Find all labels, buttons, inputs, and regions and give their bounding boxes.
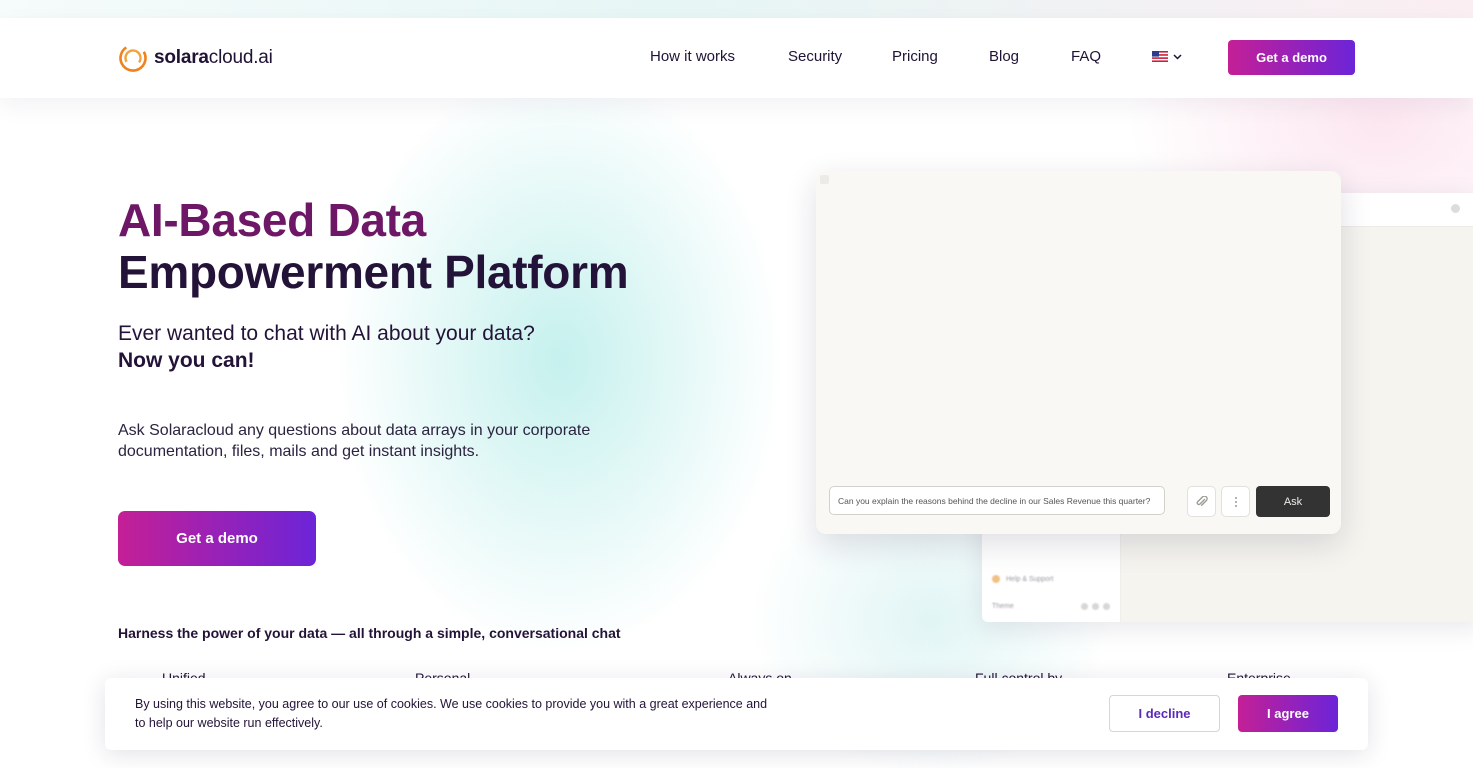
- mockup-sidebar-footer: Theme: [992, 603, 1110, 610]
- top-gradient-band: [0, 0, 1473, 18]
- hero-description: Ask Solaracloud any questions about data…: [118, 422, 591, 460]
- hero-title: AI-Based Data Empowerment Platform: [118, 194, 629, 298]
- sun-logo-icon: [119, 44, 147, 72]
- more-options-button[interactable]: [1221, 486, 1250, 517]
- attach-button[interactable]: [1187, 486, 1216, 517]
- help-icon: [992, 575, 1000, 583]
- mockup-sidebar-item: Help & Support: [992, 575, 1053, 583]
- theme-dot-icon: [1092, 603, 1099, 610]
- kebab-menu-icon: [1234, 496, 1237, 507]
- hero-subtitle-bold: Now you can!: [118, 349, 255, 372]
- hero-subtitle: Ever wanted to chat with AI about your d…: [118, 320, 535, 374]
- chevron-down-icon: [1173, 53, 1182, 60]
- window-dot-icon: [1451, 204, 1460, 213]
- chat-question-input[interactable]: [829, 486, 1165, 515]
- mockup-sidebar: Help & Support Theme: [982, 533, 1121, 622]
- logo-wordmark: solaracloud.ai: [154, 47, 273, 68]
- us-flag-icon: [1152, 51, 1168, 62]
- hero-tagline: Harness the power of your data — all thr…: [118, 625, 621, 641]
- mockup-sidebar-item-label: Help & Support: [1006, 575, 1054, 583]
- cookie-agree-button[interactable]: I agree: [1238, 695, 1338, 732]
- nav-link-security[interactable]: Security: [788, 48, 842, 65]
- app-mockup-chat-window: Ask: [816, 171, 1341, 534]
- hero-subtitle-question: Ever wanted to chat with AI about your d…: [118, 322, 535, 345]
- nav-link-blog[interactable]: Blog: [989, 48, 1019, 65]
- theme-dot-icon: [1081, 603, 1088, 610]
- logo[interactable]: solaracloud.ai: [118, 42, 273, 74]
- hero-title-line-2: Empowerment Platform: [118, 246, 629, 298]
- cookie-message: By using this website, you agree to our …: [135, 697, 768, 730]
- mockup-theme-label: Theme: [992, 603, 1014, 610]
- paperclip-icon: [1196, 495, 1208, 506]
- hero-title-line-1: AI-Based Data: [118, 194, 426, 246]
- top-navigation: solaracloud.ai How it works Security Pri…: [0, 18, 1473, 98]
- nav-link-pricing[interactable]: Pricing: [892, 48, 938, 65]
- nav-link-how-it-works[interactable]: How it works: [650, 48, 735, 65]
- nav-link-faq[interactable]: FAQ: [1071, 48, 1101, 65]
- window-corner-icon: [820, 175, 829, 184]
- hero-get-demo-button[interactable]: Get a demo: [118, 511, 316, 566]
- nav-get-demo-button[interactable]: Get a demo: [1228, 40, 1355, 75]
- ask-button[interactable]: Ask: [1256, 486, 1330, 517]
- language-selector[interactable]: [1152, 51, 1182, 62]
- cookie-banner: By using this website, you agree to our …: [105, 678, 1368, 750]
- cookie-decline-button[interactable]: I decline: [1109, 695, 1220, 732]
- theme-dot-icon: [1103, 603, 1110, 610]
